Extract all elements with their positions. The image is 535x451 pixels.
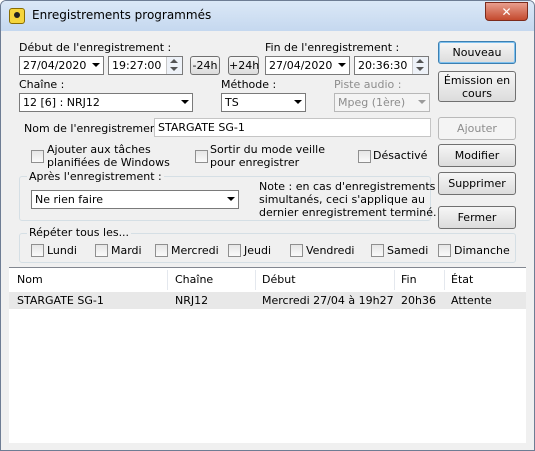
saturday-checkbox[interactable]: [371, 244, 384, 257]
chevron-down-icon: [418, 100, 426, 104]
current-program-button[interactable]: Émission en cours: [438, 71, 516, 102]
start-label: Début de l'enregistrement :: [19, 41, 172, 54]
cell-end: 20h36: [401, 294, 436, 307]
column-header-channel[interactable]: Chaîne: [175, 268, 213, 292]
wake-up-checkbox[interactable]: [195, 150, 208, 163]
plus-24h-button[interactable]: +24h: [228, 56, 259, 75]
column-separator[interactable]: [394, 270, 395, 290]
chevron-down-icon: [227, 197, 235, 201]
audio-track-select[interactable]: Mpeg (1ère): [334, 93, 430, 112]
thursday-label: Jeudi: [244, 244, 272, 257]
method-label: Méthode :: [221, 78, 277, 91]
repeat-title: Répéter tous les...: [27, 226, 132, 239]
column-separator[interactable]: [255, 270, 256, 290]
spin-down-icon: [170, 67, 178, 71]
method-select[interactable]: TS: [221, 93, 306, 112]
dialog-window: Enregistrements programmés ✕ Début de l'…: [0, 0, 535, 451]
cell-state: Attente: [451, 294, 492, 307]
column-separator[interactable]: [167, 270, 168, 290]
close-window-button[interactable]: ✕: [485, 2, 528, 21]
spin-up-icon: [170, 59, 178, 63]
disabled-label: Désactivé: [373, 149, 428, 162]
wednesday-label: Mercredi: [171, 244, 219, 257]
cell-name: STARGATE SG-1: [17, 294, 104, 307]
wake-up-label: Sortir du mode veille pour enregistrer: [210, 143, 325, 169]
channel-select[interactable]: 12 [6] : NRJ12: [19, 93, 193, 112]
window-title: Enregistrements programmés: [32, 8, 212, 22]
modify-button[interactable]: Modifier: [438, 144, 516, 167]
tuesday-checkbox[interactable]: [95, 244, 108, 257]
cell-channel: NRJ12: [175, 294, 209, 307]
monday-label: Lundi: [47, 244, 77, 257]
saturday-label: Samedi: [387, 244, 429, 257]
wednesday-checkbox[interactable]: [155, 244, 168, 257]
end-date-picker[interactable]: 27/04/2020: [265, 56, 350, 75]
after-recording-select[interactable]: Ne rien faire: [31, 190, 239, 209]
end-time-value: 20:36:30: [358, 59, 408, 72]
tuesday-label: Mardi: [111, 244, 142, 257]
column-header-state[interactable]: État: [451, 268, 473, 292]
end-date-value: 27/04/2020: [269, 59, 333, 72]
audio-label: Piste audio :: [334, 78, 402, 91]
chevron-down-icon: [181, 100, 189, 104]
dialog-content: Début de l'enregistrement : 27/04/2020 1…: [9, 31, 526, 443]
column-header-name[interactable]: Nom: [17, 268, 43, 292]
new-button[interactable]: Nouveau: [438, 41, 516, 64]
spin-down-icon: [416, 67, 424, 71]
audio-value: Mpeg (1ère): [338, 96, 406, 109]
friday-label: Vendredi: [306, 244, 355, 257]
start-time-spinner[interactable]: 19:27:00: [108, 56, 183, 75]
windows-tasks-label: Ajouter aux tâches planifiées de Windows: [47, 143, 170, 169]
start-date-value: 27/04/2020: [23, 59, 87, 72]
start-time-value: 19:27:00: [112, 59, 162, 72]
simultaneous-note: Note : en cas d'enregistrements simultané…: [259, 180, 437, 219]
table-row[interactable]: STARGATE SG-1 NRJ12 Mercredi 27/04 à 19h…: [9, 292, 526, 309]
chevron-down-icon: [92, 63, 100, 67]
spinner-buttons[interactable]: [412, 57, 428, 74]
delete-button[interactable]: Supprimer: [438, 172, 516, 195]
app-icon: [9, 8, 25, 24]
list-header: Nom Chaîne Début Fin État: [9, 268, 526, 293]
channel-label: Chaîne :: [19, 78, 65, 91]
disabled-checkbox[interactable]: [358, 150, 371, 163]
title-bar: Enregistrements programmés ✕: [1, 1, 534, 31]
sunday-label: Dimanche: [454, 244, 510, 257]
after-recording-value: Ne rien faire: [35, 193, 104, 206]
friday-checkbox[interactable]: [290, 244, 303, 257]
spin-up-icon: [416, 59, 424, 63]
chevron-down-icon: [294, 100, 302, 104]
column-header-end[interactable]: Fin: [401, 268, 417, 292]
column-header-start[interactable]: Début: [262, 268, 296, 292]
windows-tasks-checkbox[interactable]: [31, 150, 44, 163]
chevron-down-icon: [338, 63, 346, 67]
start-date-picker[interactable]: 27/04/2020: [19, 56, 104, 75]
add-button[interactable]: Ajouter: [438, 117, 516, 140]
minus-24h-button[interactable]: -24h: [190, 56, 220, 75]
end-time-spinner[interactable]: 20:36:30: [354, 56, 429, 75]
cell-start: Mercredi 27/04 à 19h27: [262, 294, 394, 307]
monday-checkbox[interactable]: [31, 244, 44, 257]
sunday-checkbox[interactable]: [438, 244, 451, 257]
thursday-checkbox[interactable]: [228, 244, 241, 257]
recording-name-label: Nom de l'enregistrement :: [24, 122, 169, 135]
channel-value: 12 [6] : NRJ12: [23, 96, 100, 109]
after-recording-title: Après l'enregistrement :: [27, 170, 164, 183]
method-value: TS: [225, 96, 239, 109]
column-separator[interactable]: [444, 270, 445, 290]
recordings-list[interactable]: Nom Chaîne Début Fin État STARGATE SG-1 …: [9, 267, 526, 443]
recording-name-input[interactable]: STARGATE SG-1: [154, 118, 431, 137]
close-button[interactable]: Fermer: [438, 206, 516, 229]
spinner-buttons[interactable]: [166, 57, 182, 74]
end-label: Fin de l'enregistrement :: [265, 41, 400, 54]
